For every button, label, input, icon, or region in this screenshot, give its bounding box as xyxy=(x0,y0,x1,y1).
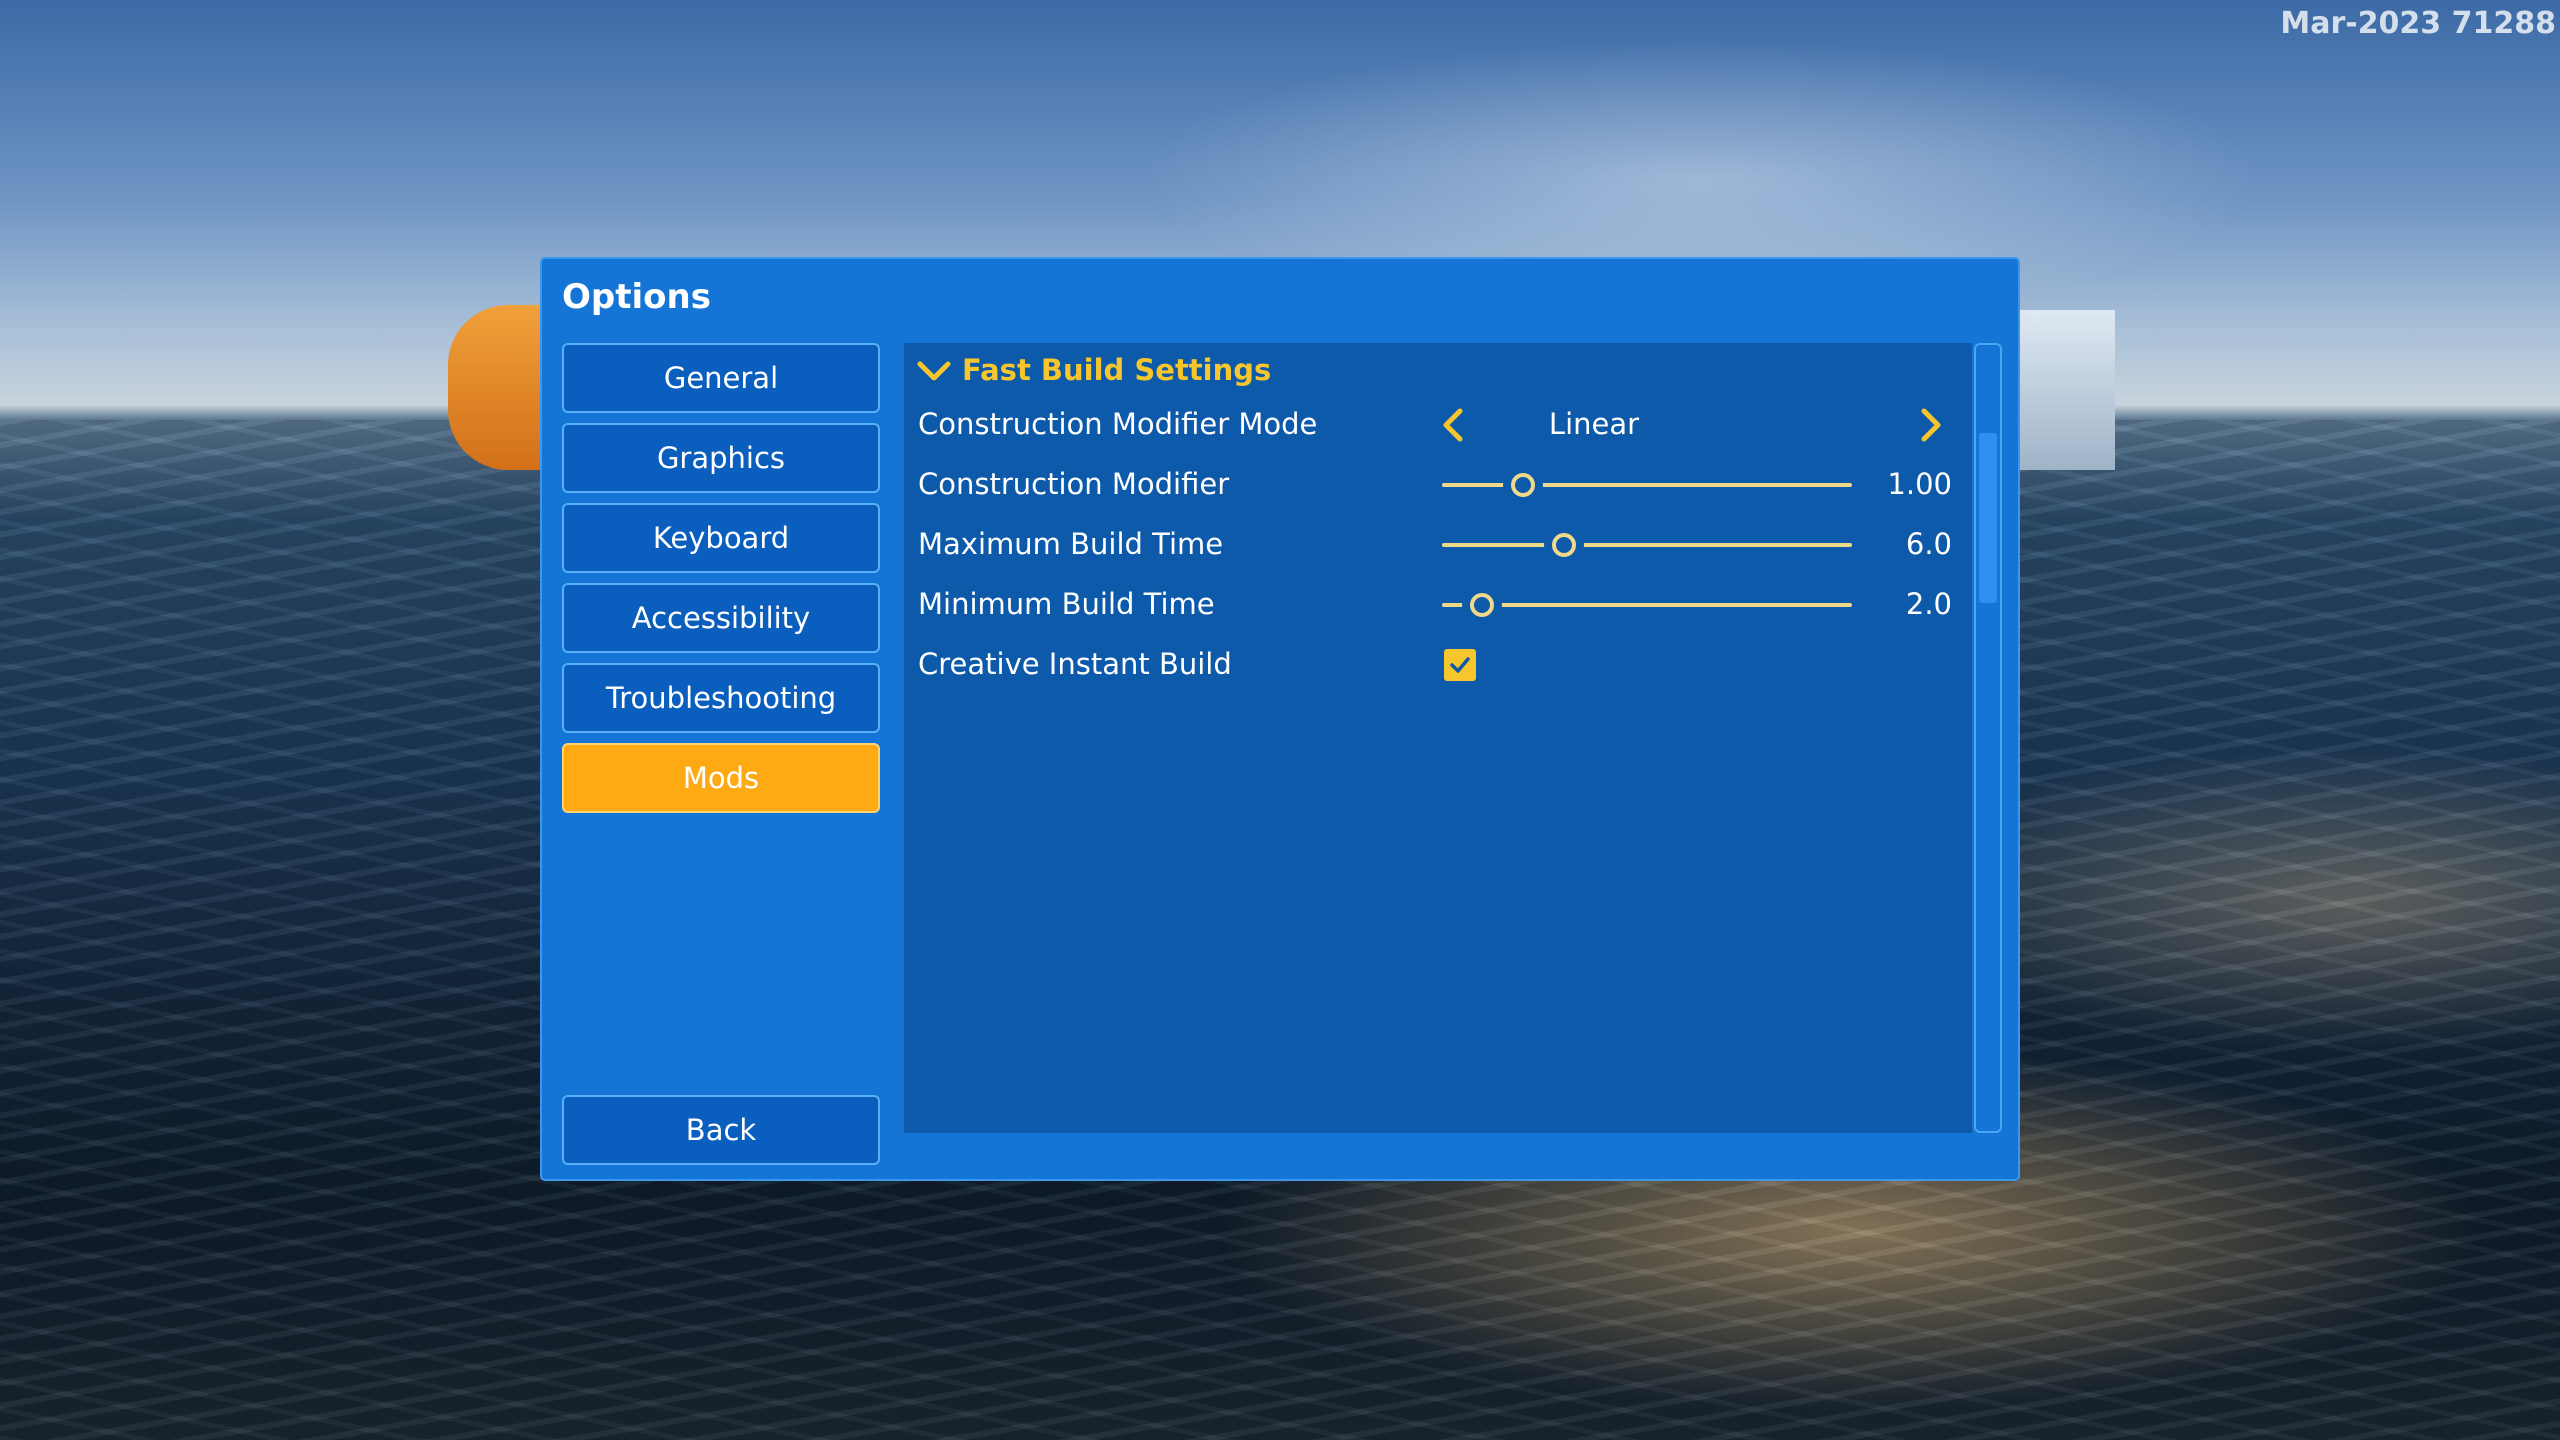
menu-button-general[interactable]: General xyxy=(562,343,880,413)
creative-instant-build-checkbox[interactable] xyxy=(1444,649,1476,681)
construction-modifier-slider[interactable] xyxy=(1442,468,1852,502)
options-panel: Options General Graphics Keyboard Access… xyxy=(540,257,2020,1181)
slider-track xyxy=(1442,603,1852,607)
checkmark-icon xyxy=(1450,657,1470,673)
options-title: Options xyxy=(562,277,711,317)
menu-button-mods[interactable]: Mods xyxy=(562,743,880,813)
section-title: Fast Build Settings xyxy=(962,353,1272,387)
fast-build-section-header[interactable]: Fast Build Settings xyxy=(916,353,1271,387)
build-version-label: Mar-2023 71288 xyxy=(2280,6,2556,41)
scrollbar-thumb[interactable] xyxy=(1979,433,1997,603)
minimum-build-time-label: Minimum Build Time xyxy=(918,587,1215,621)
menu-button-troubleshooting[interactable]: Troubleshooting xyxy=(562,663,880,733)
back-button[interactable]: Back xyxy=(562,1095,880,1165)
slider-handle[interactable] xyxy=(1511,473,1535,497)
minimum-build-time-value: 2.0 xyxy=(1905,587,1952,621)
construction-modifier-mode-label: Construction Modifier Mode xyxy=(918,407,1318,441)
chevron-right-icon[interactable] xyxy=(1916,405,1946,445)
maximum-build-time-slider[interactable] xyxy=(1442,528,1852,562)
construction-modifier-label: Construction Modifier xyxy=(918,467,1230,501)
construction-modifier-mode-value: Linear xyxy=(1548,407,1640,441)
maximum-build-time-value: 6.0 xyxy=(1905,527,1952,561)
slider-handle[interactable] xyxy=(1470,593,1494,617)
slider-track xyxy=(1442,483,1852,487)
menu-button-accessibility[interactable]: Accessibility xyxy=(562,583,880,653)
mods-settings-content: Fast Build Settings Construction Modifie… xyxy=(904,343,1972,1133)
menu-button-graphics[interactable]: Graphics xyxy=(562,423,880,493)
chevron-down-icon xyxy=(917,361,951,381)
creative-instant-build-label: Creative Instant Build xyxy=(918,647,1232,681)
minimum-build-time-slider[interactable] xyxy=(1442,588,1852,622)
slider-track xyxy=(1442,543,1852,547)
menu-button-keyboard[interactable]: Keyboard xyxy=(562,503,880,573)
construction-modifier-value: 1.00 xyxy=(1887,467,1952,501)
settings-scrollbar[interactable] xyxy=(1974,343,2002,1133)
maximum-build-time-label: Maximum Build Time xyxy=(918,527,1224,561)
slider-handle[interactable] xyxy=(1552,533,1576,557)
